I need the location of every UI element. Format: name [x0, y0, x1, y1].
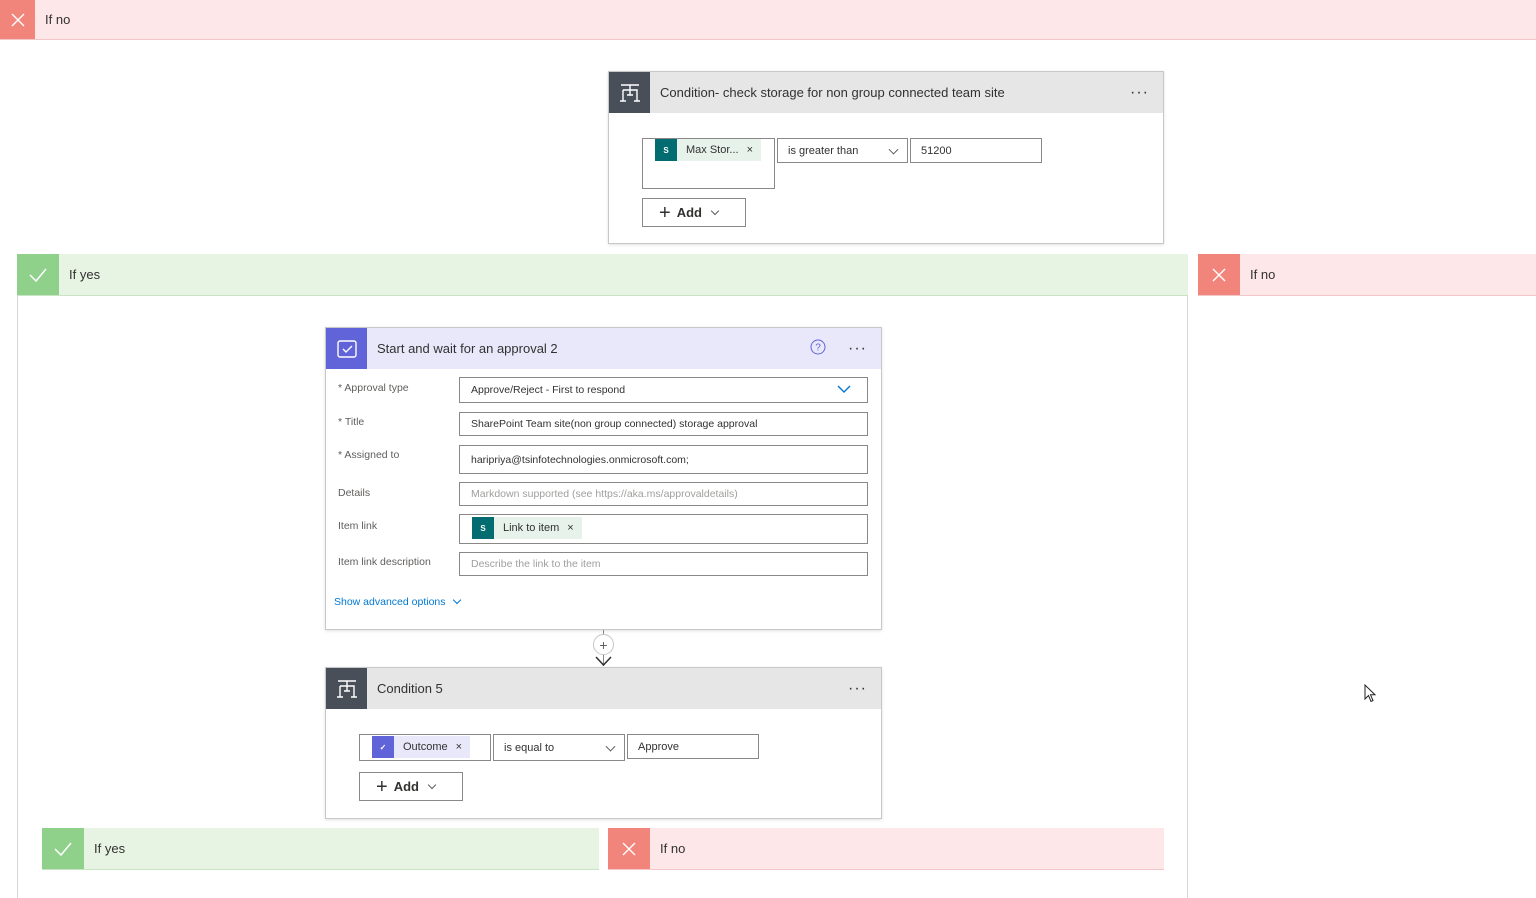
assigned-to-input[interactable]: haripriya@tsinfotechnologies.onmicrosoft… — [459, 445, 868, 474]
svg-text:?: ? — [815, 343, 821, 354]
dynamic-token-max-storage[interactable]: S Max Stor... × — [655, 139, 762, 161]
more-icon[interactable]: ··· — [848, 680, 867, 698]
chevron-down-icon — [888, 144, 899, 155]
add-label: Add — [393, 779, 419, 794]
branch-if-yes-inner[interactable]: If yes — [42, 828, 599, 870]
approval-type-dropdown[interactable]: Approve/Reject - First to respond — [459, 377, 868, 403]
card-title: Start and wait for an approval 2 — [377, 341, 558, 356]
title-input[interactable]: SharePoint Team site(non group connected… — [459, 412, 868, 436]
close-icon — [608, 828, 650, 869]
details-placeholder: Markdown supported (see https://aka.ms/a… — [471, 488, 738, 500]
branch-label: If no — [1250, 267, 1276, 282]
branch-label: If yes — [69, 267, 101, 282]
help-icon[interactable]: ? — [810, 339, 826, 358]
item-link-description-label: Item link description — [338, 556, 431, 568]
advanced-label: Show advanced options — [334, 596, 446, 608]
operator-value: is greater than — [788, 144, 859, 157]
assigned-to-value: haripriya@tsinfotechnologies.onmicrosoft… — [471, 453, 689, 466]
details-input[interactable]: Markdown supported (see https://aka.ms/a… — [459, 482, 868, 506]
chevron-down-icon — [837, 384, 851, 397]
card-title: Condition- check storage for non group c… — [660, 85, 1005, 100]
assigned-to-label: * Assigned to — [338, 449, 400, 461]
check-icon — [42, 828, 84, 869]
branch-if-yes-outer[interactable]: If yes — [17, 254, 1188, 296]
dynamic-token-outcome[interactable]: ✓ Outcome × — [372, 736, 471, 758]
item-link-description-placeholder: Describe the link to the item — [471, 558, 601, 570]
dynamic-token-link-to-item[interactable]: S Link to item × — [472, 517, 582, 539]
more-icon[interactable]: ··· — [1130, 84, 1149, 102]
token-label: Outcome — [403, 741, 448, 753]
remove-token-icon[interactable]: × — [747, 144, 753, 156]
value-text: Approve — [638, 740, 679, 753]
condition-value-input[interactable]: 51200 — [910, 138, 1042, 163]
condition-card-5[interactable]: Condition 5 ··· ✓ Outcome × is equal to … — [325, 667, 882, 819]
remove-token-icon[interactable]: × — [456, 741, 462, 753]
check-icon — [17, 254, 59, 295]
branch-if-no-top[interactable]: If no — [0, 0, 1536, 40]
add-button[interactable]: + Add — [642, 198, 746, 227]
item-link-description-input[interactable]: Describe the link to the item — [459, 552, 868, 576]
chevron-down-icon — [605, 741, 616, 752]
approval-icon: ✓ — [372, 736, 394, 758]
operator-dropdown[interactable]: is greater than — [777, 138, 908, 163]
title-value: SharePoint Team site(non group connected… — [471, 418, 758, 430]
condition-header[interactable]: Condition- check storage for non group c… — [609, 72, 1163, 113]
branch-divider-middle — [1187, 296, 1188, 898]
insert-step-icon[interactable]: + — [593, 634, 614, 655]
condition-icon — [609, 72, 650, 113]
condition-header[interactable]: Condition 5 ··· — [326, 668, 881, 709]
sharepoint-icon: S — [472, 517, 494, 539]
branch-label: If yes — [94, 841, 126, 856]
approval-type-label: * Approval type — [338, 382, 409, 394]
value-text: 51200 — [921, 144, 952, 157]
approval-header[interactable]: Start and wait for an approval 2 ? ··· — [326, 328, 881, 369]
branch-label: If no — [45, 12, 71, 27]
approval-icon — [326, 328, 367, 369]
operator-dropdown[interactable]: is equal to — [493, 734, 625, 761]
mouse-cursor-icon — [1364, 683, 1378, 709]
chevron-down-icon — [710, 206, 720, 215]
branch-label: If no — [660, 841, 686, 856]
operator-value: is equal to — [504, 741, 555, 754]
sharepoint-icon: S — [655, 139, 677, 161]
plus-icon: + — [376, 775, 388, 798]
condition-card-storage[interactable]: Condition- check storage for non group c… — [608, 71, 1164, 244]
details-label: Details — [338, 487, 371, 499]
item-link-label: Item link — [338, 520, 378, 532]
show-advanced-options-link[interactable]: Show advanced options — [334, 595, 462, 608]
add-button[interactable]: + Add — [359, 772, 463, 801]
branch-if-no-inner[interactable]: If no — [608, 828, 1164, 870]
branch-if-no-outer[interactable]: If no — [1198, 254, 1536, 296]
approval-card[interactable]: Start and wait for an approval 2 ? ··· *… — [325, 327, 882, 630]
approval-type-value: Approve/Reject - First to respond — [471, 384, 626, 396]
token-label: Max Stor... — [686, 144, 739, 156]
condition-value-input[interactable]: Approve — [627, 734, 759, 759]
card-title: Condition 5 — [377, 681, 443, 696]
plus-icon: + — [659, 201, 671, 224]
remove-token-icon[interactable]: × — [567, 522, 573, 534]
add-label: Add — [676, 205, 702, 220]
chevron-down-icon — [453, 595, 462, 605]
more-icon[interactable]: ··· — [848, 340, 867, 358]
close-icon — [0, 0, 35, 39]
title-label: * Title — [338, 416, 365, 428]
close-icon — [1198, 254, 1240, 295]
chevron-down-icon — [427, 780, 437, 789]
branch-divider-left — [17, 296, 18, 898]
token-label: Link to item — [503, 522, 560, 534]
condition-icon — [326, 668, 367, 709]
